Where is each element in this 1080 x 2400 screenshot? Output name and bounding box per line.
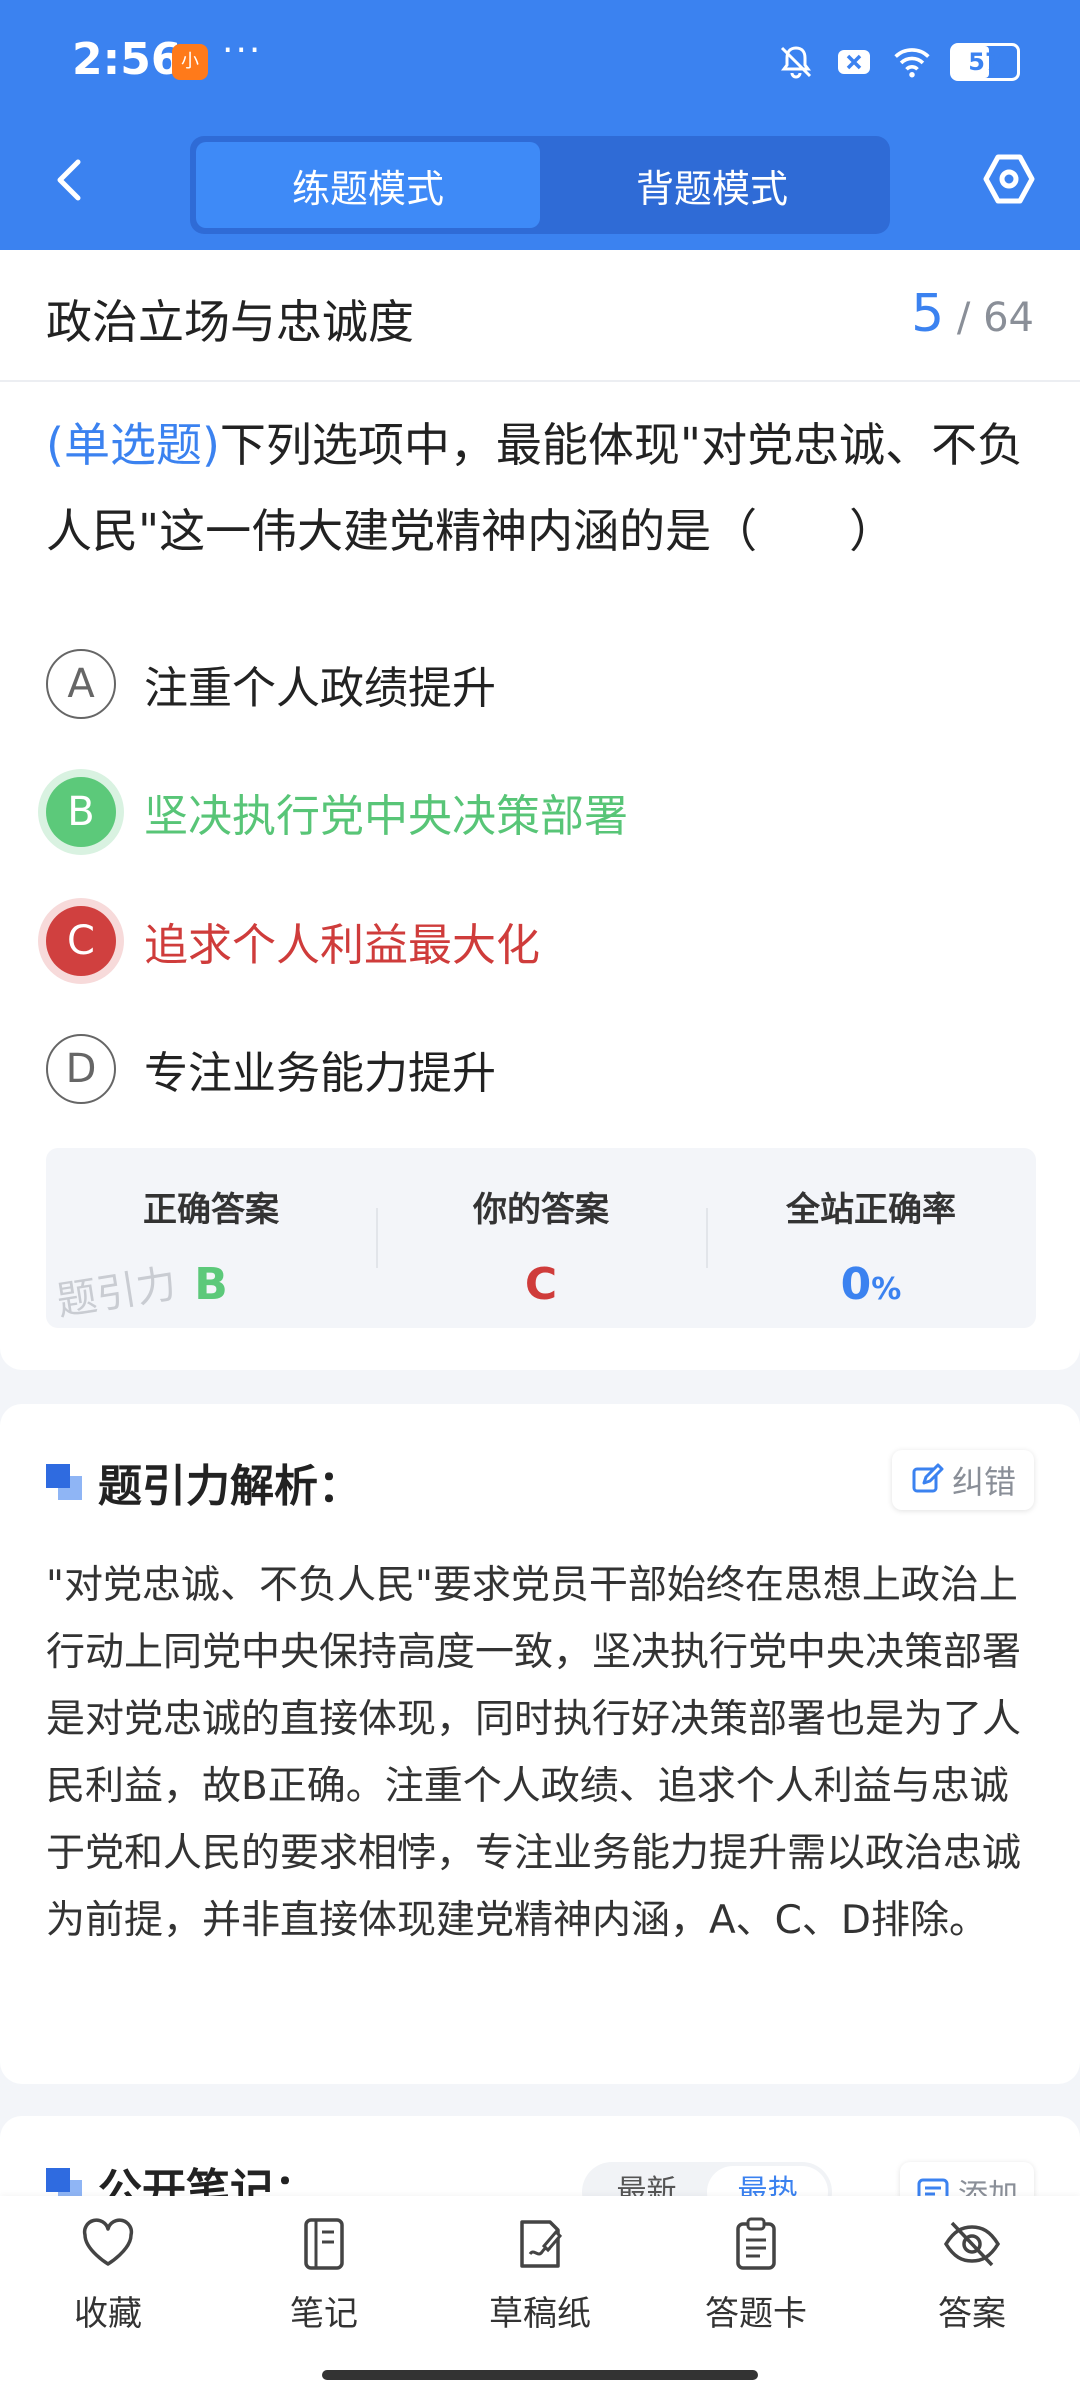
status-time: 2:56 <box>72 34 182 85</box>
current-question-number: 5 <box>911 284 945 344</box>
option-letter: D <box>46 1034 116 1104</box>
total-questions: / 64 <box>956 295 1034 341</box>
show-answer-label: 答案 <box>938 2294 1006 2334</box>
mode-switch: 练题模式 背题模式 <box>190 136 890 234</box>
answer-summary: 正确答案 B 题引力 你的答案 C 全站正确率 0% <box>46 1148 1036 1328</box>
correct-answer-value: B <box>194 1259 228 1310</box>
favorite-button[interactable]: 收藏 <box>0 2214 216 2335</box>
option-text: 专注业务能力提升 <box>144 1048 496 1099</box>
tab-practice-mode[interactable]: 练题模式 <box>196 142 540 228</box>
option-text: 坚决执行党中央决策部署 <box>144 791 628 842</box>
option-letter: A <box>46 649 116 719</box>
scratch-paper-label: 草稿纸 <box>489 2294 591 2334</box>
correct-answer-label: 正确答案 <box>143 1190 279 1230</box>
mute-icon <box>776 42 816 82</box>
question-category-title: 政治立场与忠诚度 <box>46 295 414 349</box>
watermark: 题引力 <box>53 1260 180 1326</box>
nav-bar: 练题模式 背题模式 <box>0 120 1080 250</box>
app-notification-icon: 小 <box>172 44 208 80</box>
status-icons: 57 <box>776 40 1020 84</box>
your-answer-value: C <box>524 1259 558 1310</box>
analysis-text: "对党忠诚、不负人民"要求党员干部始终在思想上政治上行动上同党中央保持高度一致，… <box>46 1563 1022 1943</box>
question-text: (单选题)下列选项中，最能体现"对党忠诚、不负人民"这一伟大建党精神内涵的是（ … <box>46 402 1036 574</box>
edit-icon <box>912 1463 944 1493</box>
battery-icon: 57 <box>950 43 1020 81</box>
accuracy-number: 0 <box>840 1259 872 1310</box>
battery-level: 57 <box>968 48 1002 76</box>
accuracy-unit: % <box>871 1272 902 1307</box>
your-answer-label: 你的答案 <box>473 1190 609 1230</box>
analysis-title: 题引力解析： <box>98 1461 362 1512</box>
section-squares-icon <box>46 1464 82 1500</box>
more-notifications-icon: ··· <box>222 30 263 71</box>
option-text: 追求个人利益最大化 <box>144 920 540 971</box>
scratch-paper-button[interactable]: 草稿纸 <box>432 2214 648 2335</box>
site-accuracy-value: 0% <box>841 1259 902 1310</box>
wifi-icon <box>892 42 932 82</box>
status-bar: 2:56 小 ··· 57 <box>0 0 1080 120</box>
chevron-left-icon <box>57 159 81 201</box>
option-c[interactable]: C 追求个人利益最大化 <box>46 901 1036 981</box>
your-answer-column: 你的答案 C <box>376 1148 706 1328</box>
question-type: (单选题) <box>46 418 220 472</box>
option-letter: B <box>46 777 116 847</box>
question-counter: 5 / 64 <box>911 284 1034 344</box>
notes-button[interactable]: 笔记 <box>216 2214 432 2335</box>
header: 2:56 小 ··· 57 练题模式 背题模式 <box>0 0 1080 250</box>
close-box-icon <box>834 42 874 82</box>
settings-button[interactable] <box>976 146 1042 212</box>
option-text: 注重个人政绩提升 <box>144 663 496 714</box>
site-accuracy-label: 全站正确率 <box>786 1190 956 1230</box>
option-b[interactable]: B 坚决执行党中央决策部署 <box>46 772 1036 852</box>
correct-answer-column: 正确答案 B 题引力 <box>46 1148 376 1328</box>
scratch-paper-icon <box>510 2214 570 2274</box>
question-card: 政治立场与忠诚度 5 / 64 (单选题)下列选项中，最能体现"对党忠诚、不负人… <box>0 250 1080 1370</box>
option-d[interactable]: D 专注业务能力提升 <box>46 1029 1036 1109</box>
option-a[interactable]: A 注重个人政绩提升 <box>46 644 1036 724</box>
site-accuracy-column: 全站正确率 0% <box>706 1148 1036 1328</box>
back-button[interactable] <box>40 150 100 210</box>
tab-memorize-mode[interactable]: 背题模式 <box>540 142 884 228</box>
notes-label: 笔记 <box>290 2294 358 2334</box>
settings-hexagon-icon <box>983 154 1035 204</box>
answer-sheet-button[interactable]: 答题卡 <box>648 2214 864 2335</box>
option-letter: C <box>46 906 116 976</box>
answer-sheet-icon <box>726 2214 786 2274</box>
report-error-label: 纠错 <box>951 1463 1016 1501</box>
notebook-icon <box>294 2214 354 2274</box>
home-indicator[interactable] <box>322 2370 758 2380</box>
analysis-header: 题引力解析： <box>46 1452 362 1512</box>
report-error-button[interactable]: 纠错 <box>891 1450 1034 1510</box>
favorite-label: 收藏 <box>74 2294 142 2334</box>
question-header: 政治立场与忠诚度 5 / 64 <box>0 250 1080 382</box>
heart-icon <box>78 2214 138 2274</box>
eye-off-icon <box>942 2214 1002 2274</box>
analysis-card: 题引力解析： 纠错 "对党忠诚、不负人民"要求党员干部始终在思想上政治上行动上同… <box>0 1404 1080 2084</box>
answer-sheet-label: 答题卡 <box>705 2294 807 2334</box>
show-answer-button[interactable]: 答案 <box>864 2214 1080 2335</box>
